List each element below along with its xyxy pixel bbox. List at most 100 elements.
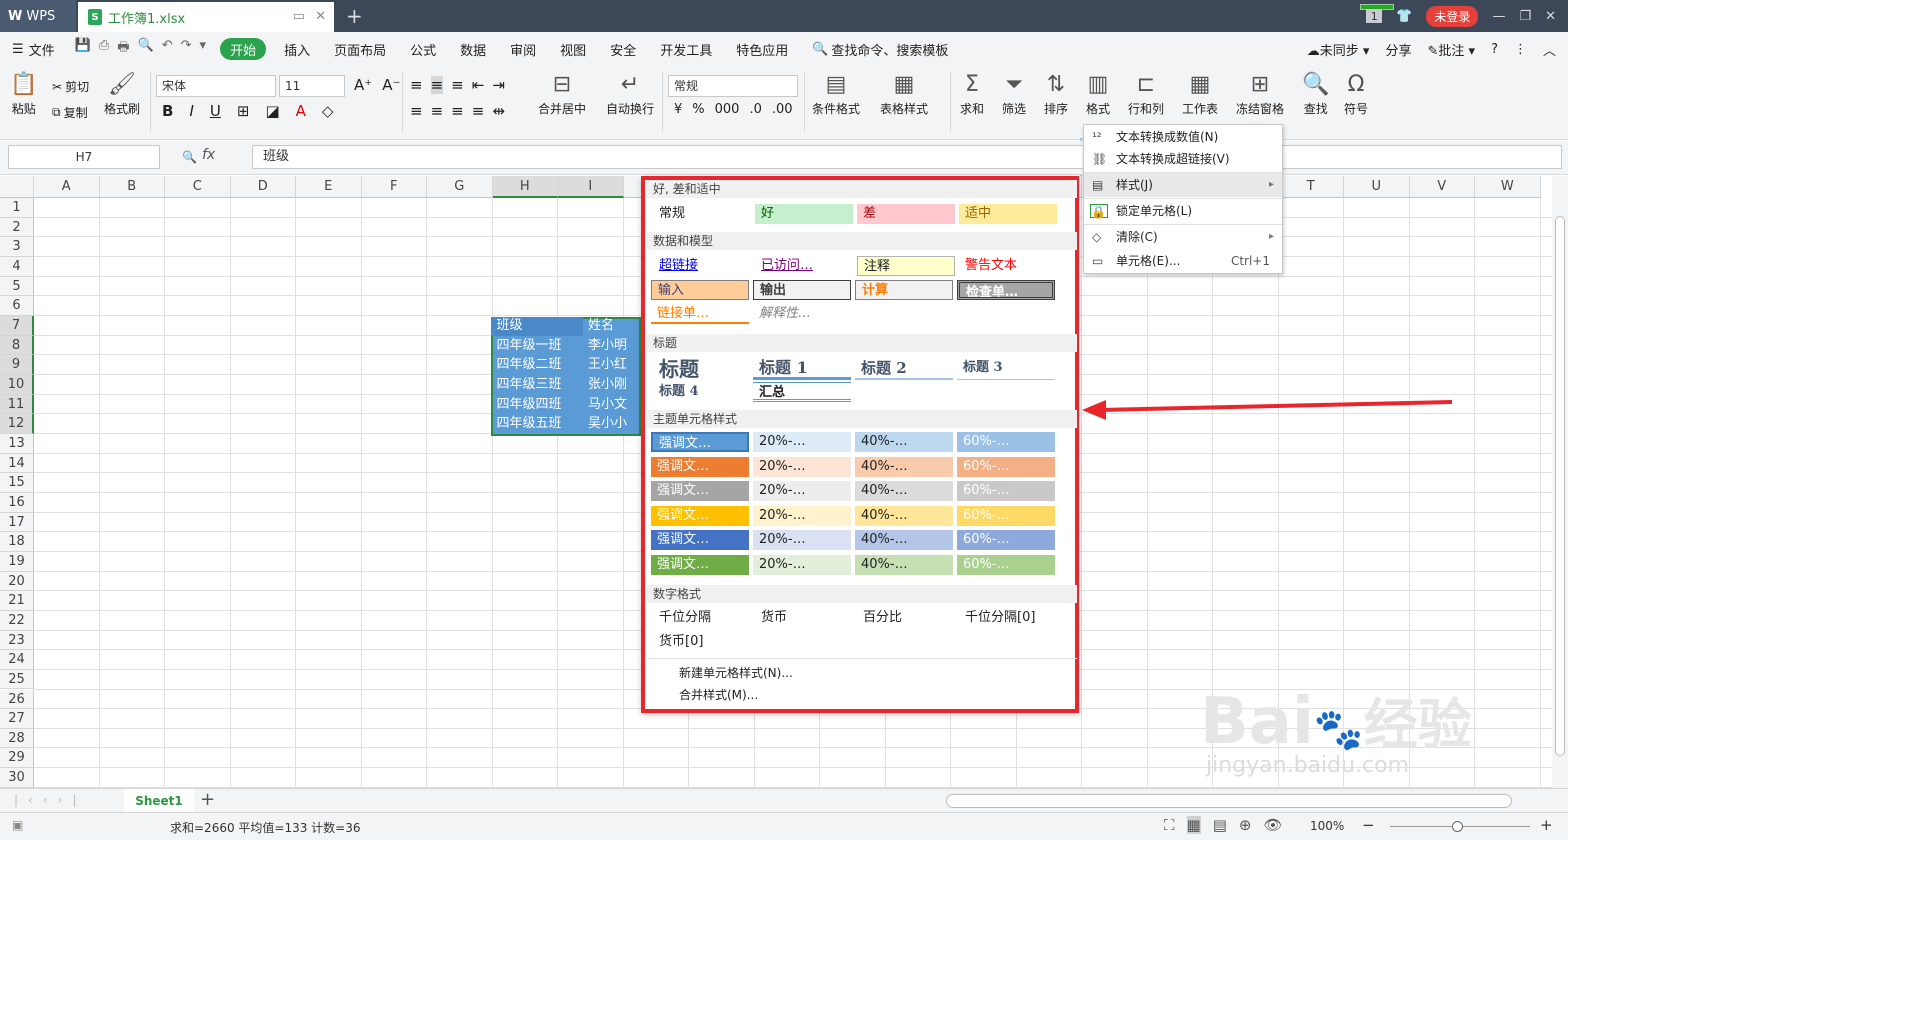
- row-header-23[interactable]: 23: [0, 630, 34, 651]
- style-percent[interactable]: 百分比: [857, 608, 955, 628]
- zoom-slider-knob[interactable]: [1452, 821, 1463, 832]
- print-preview-icon[interactable]: ⎙: [99, 38, 109, 60]
- wrap-text-button[interactable]: ↵ 自动换行: [606, 70, 654, 117]
- share-button[interactable]: 分享: [1385, 40, 1411, 59]
- theme-style-3-accent[interactable]: 强调文…: [651, 481, 749, 502]
- style-comma-0[interactable]: 千位分隔[0]: [959, 608, 1069, 628]
- theme-style-6-p60[interactable]: 60%-…: [957, 555, 1055, 575]
- find-button[interactable]: 🔍 查找: [1302, 70, 1329, 117]
- save-icon[interactable]: 💾: [75, 38, 91, 60]
- header-cell-class[interactable]: 班级: [493, 316, 583, 335]
- tab-page-layout[interactable]: 页面布局: [322, 32, 398, 66]
- theme-style-3-p40[interactable]: 40%-…: [855, 481, 953, 502]
- style-warning[interactable]: 警告文本: [959, 256, 1057, 276]
- row-header-13[interactable]: 13: [0, 433, 34, 454]
- more-icon[interactable]: ⋮: [1514, 42, 1527, 57]
- preview-icon[interactable]: 🔍: [138, 38, 154, 60]
- theme-style-1-p20[interactable]: 20%-…: [753, 432, 851, 452]
- normal-view-icon[interactable]: ▦: [1186, 816, 1201, 834]
- tab-start[interactable]: 开始: [220, 38, 267, 60]
- style-output[interactable]: 输出: [753, 280, 851, 300]
- thousands-icon[interactable]: 000: [715, 102, 740, 117]
- style-check[interactable]: 检查单…: [957, 280, 1055, 300]
- align-top-icon[interactable]: ≡: [410, 76, 423, 94]
- fill-color-icon[interactable]: ◪: [265, 102, 279, 120]
- table-cell-name[interactable]: 张小刚: [584, 375, 638, 394]
- theme-style-1-p40[interactable]: 40%-…: [855, 432, 953, 452]
- macro-icon[interactable]: ▣: [12, 818, 23, 832]
- row-header-8[interactable]: 8: [0, 335, 34, 356]
- menu-cell-format[interactable]: ▭ 单元格(E)... Ctrl+1: [1084, 249, 1282, 273]
- name-box[interactable]: H7: [8, 145, 160, 169]
- theme-style-2-p20[interactable]: 20%-…: [753, 456, 851, 477]
- increase-decimal-icon[interactable]: .0: [749, 102, 761, 117]
- style-neutral[interactable]: 适中: [959, 204, 1057, 224]
- menu-lock-cell[interactable]: 🔒 锁定单元格(L): [1084, 199, 1282, 223]
- table-cell-name[interactable]: 吴小小: [584, 414, 638, 433]
- theme-style-2-accent[interactable]: 强调文…: [651, 456, 749, 477]
- clear-format-icon[interactable]: ◇: [322, 102, 334, 120]
- row-header-9[interactable]: 9: [0, 355, 34, 375]
- tab-review[interactable]: 审阅: [498, 32, 548, 66]
- underline-button[interactable]: U: [210, 102, 221, 120]
- font-family-select[interactable]: 宋体: [156, 75, 276, 97]
- column-header-f[interactable]: F: [361, 176, 427, 198]
- row-header-5[interactable]: 5: [0, 276, 34, 297]
- theme-style-5-p40[interactable]: 40%-…: [855, 530, 953, 551]
- column-header-b[interactable]: B: [99, 176, 165, 198]
- indent-decrease-icon[interactable]: ⇤: [472, 76, 485, 94]
- zoom-out-icon[interactable]: −: [1362, 816, 1375, 834]
- theme-style-6-p20[interactable]: 20%-…: [753, 555, 851, 575]
- theme-style-2-p60[interactable]: 60%-…: [957, 456, 1055, 477]
- style-explanatory[interactable]: 解释性…: [753, 304, 851, 324]
- menu-text-to-link[interactable]: ⛓ 文本转换成超链接(V): [1084, 147, 1282, 171]
- row-header-14[interactable]: 14: [0, 453, 34, 474]
- theme-style-6-accent[interactable]: 强调文…: [651, 555, 749, 575]
- row-header-21[interactable]: 21: [0, 591, 34, 611]
- column-header-t[interactable]: T: [1278, 176, 1344, 198]
- style-note[interactable]: 注释: [857, 256, 955, 276]
- tab-security[interactable]: 安全: [598, 32, 648, 66]
- window-icon[interactable]: ▭: [293, 9, 305, 24]
- menu-clear[interactable]: ◇ 清除(C) ▸: [1084, 225, 1282, 249]
- column-header-a[interactable]: A: [34, 176, 100, 198]
- row-header-30[interactable]: 30: [0, 768, 34, 788]
- help-icon[interactable]: ?: [1491, 42, 1498, 57]
- style-currency[interactable]: 货币: [755, 608, 853, 628]
- style-title[interactable]: 标题: [653, 356, 751, 382]
- login-button[interactable]: 未登录: [1426, 5, 1479, 27]
- row-header-18[interactable]: 18: [0, 532, 34, 552]
- style-heading-1[interactable]: 标题 1: [753, 356, 851, 380]
- horizontal-scroll-thumb[interactable]: [946, 794, 1512, 808]
- column-header-e[interactable]: E: [296, 176, 362, 198]
- copy-button[interactable]: ⧉ 复制: [52, 104, 88, 121]
- decrease-decimal-icon[interactable]: .00: [772, 102, 793, 117]
- row-header-16[interactable]: 16: [0, 492, 34, 513]
- row-header-22[interactable]: 22: [0, 610, 34, 631]
- search-commands[interactable]: 🔍 查找命令、搜索模板: [800, 32, 960, 66]
- theme-style-5-p60[interactable]: 60%-…: [957, 530, 1055, 551]
- style-good[interactable]: 好: [755, 204, 853, 224]
- page-layout-icon[interactable]: ▤: [1213, 816, 1227, 834]
- zoom-in-icon[interactable]: +: [1540, 816, 1553, 834]
- align-right-icon[interactable]: ≡: [451, 102, 464, 120]
- column-header-w[interactable]: W: [1475, 176, 1541, 198]
- style-heading-2[interactable]: 标题 2: [855, 356, 953, 380]
- row-header-15[interactable]: 15: [0, 473, 34, 493]
- theme-style-5-p20[interactable]: 20%-…: [753, 530, 851, 551]
- row-header-17[interactable]: 17: [0, 512, 34, 533]
- row-header-12[interactable]: 12: [0, 414, 34, 434]
- fx-icon[interactable]: fx: [202, 147, 215, 163]
- table-cell-name[interactable]: 王小红: [584, 355, 638, 374]
- row-header-25[interactable]: 25: [0, 669, 34, 690]
- column-header-c[interactable]: C: [165, 176, 231, 198]
- theme-style-4-p60[interactable]: 60%-…: [957, 505, 1055, 526]
- zoom-level[interactable]: 100%: [1310, 819, 1344, 833]
- row-header-28[interactable]: 28: [0, 728, 34, 749]
- page-break-icon[interactable]: ⊕: [1239, 816, 1252, 834]
- sort-button[interactable]: ⇅ 排序: [1044, 70, 1068, 117]
- row-header-3[interactable]: 3: [0, 237, 34, 257]
- select-all-corner[interactable]: [0, 176, 34, 198]
- theme-style-6-p40[interactable]: 40%-…: [855, 555, 953, 575]
- row-header-4[interactable]: 4: [0, 256, 34, 277]
